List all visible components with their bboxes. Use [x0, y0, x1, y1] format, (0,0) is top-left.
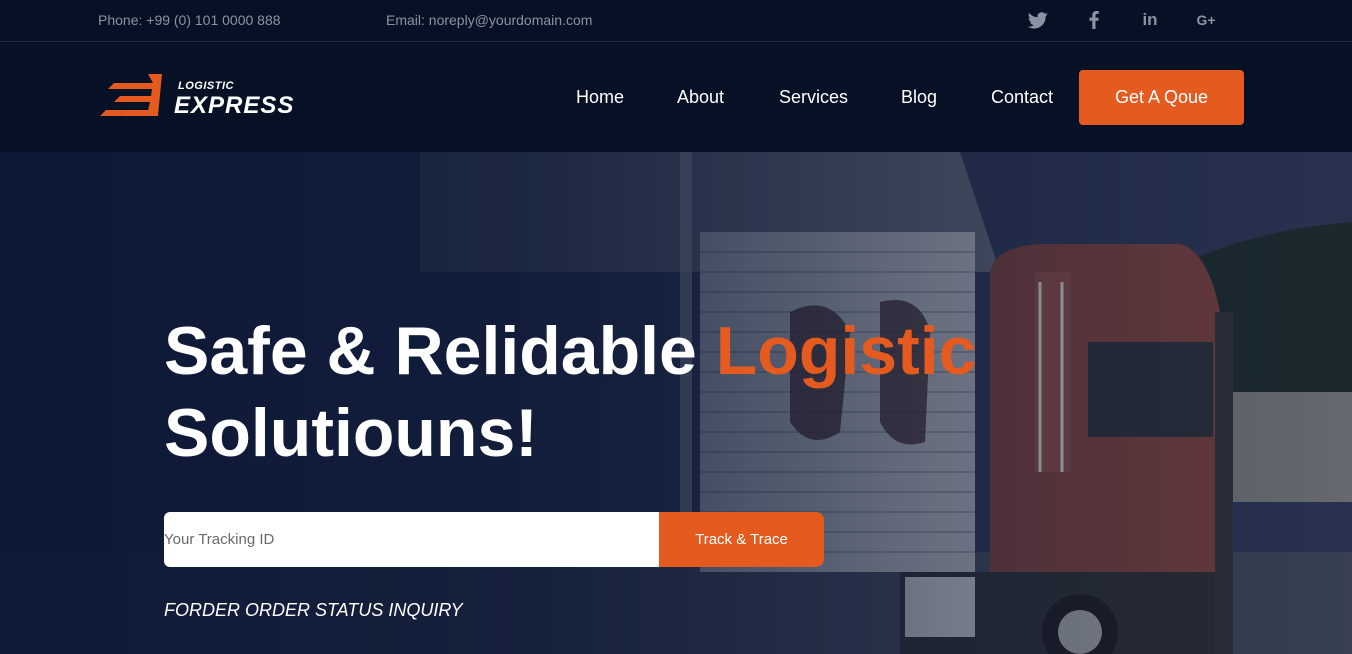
hero-section: Safe & Relidable Logistic Solutiouns! Tr…: [0, 152, 1352, 654]
nav-contact[interactable]: Contact: [991, 87, 1053, 108]
brand-logo[interactable]: LOGISTIC EXPRESS: [100, 72, 300, 122]
linkedin-icon: in: [1142, 10, 1158, 29]
headline-accent: Logistic: [715, 313, 977, 389]
facebook-icon: [1089, 11, 1099, 29]
hero-headline: Safe & Relidable Logistic Solutiouns!: [164, 310, 976, 474]
twitter-icon: [1028, 11, 1048, 28]
facebook-link[interactable]: [1066, 9, 1122, 31]
logo-subtitle: LOGISTIC: [178, 80, 234, 92]
top-bar: Phone: +99 (0) 101 0000 888 Email: norep…: [0, 0, 1352, 42]
main-navigation: LOGISTIC EXPRESS Home About Services Blo…: [0, 42, 1352, 152]
order-status-inquiry-link[interactable]: FORDER ORDER STATUS INQUIRY: [164, 600, 463, 621]
social-links: in G+: [1010, 9, 1234, 31]
tracking-id-input[interactable]: [164, 512, 659, 567]
google-plus-icon: G+: [1196, 12, 1216, 28]
twitter-link[interactable]: [1010, 9, 1066, 31]
get-a-quote-button[interactable]: Get A Qoue: [1079, 70, 1244, 125]
logo-title: EXPRESS: [174, 92, 295, 119]
nav-home[interactable]: Home: [576, 87, 624, 108]
headline-part-2: Solutiouns!: [164, 395, 538, 471]
logo-wing-icon: [100, 74, 162, 116]
google-plus-link[interactable]: G+: [1178, 9, 1234, 31]
email-address[interactable]: Email: noreply@yourdomain.com: [386, 12, 592, 28]
headline-part-1: Safe & Relidable: [164, 313, 716, 389]
linkedin-link[interactable]: in: [1122, 9, 1178, 31]
phone-number: Phone: +99 (0) 101 0000 888: [98, 12, 281, 28]
track-and-trace-button[interactable]: Track & Trace: [659, 512, 824, 567]
nav-blog[interactable]: Blog: [901, 87, 937, 108]
nav-services[interactable]: Services: [779, 87, 848, 108]
nav-about[interactable]: About: [677, 87, 724, 108]
